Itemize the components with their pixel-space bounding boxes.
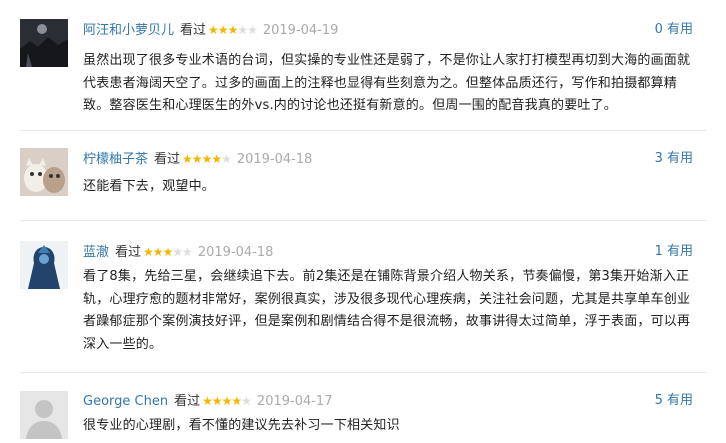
rating-stars: ★★★★★ (202, 391, 252, 411)
review-date: 2019-04-17 (256, 394, 333, 409)
review-text: 很专业的心理剧，看不懂的建议先去补习一下相关知识 (83, 418, 400, 433)
review-meta: 阿汪和小萝贝儿 看过 ★★★★★ 2019-04-19 (83, 20, 338, 40)
star-filled-icon: ★ (211, 394, 223, 408)
review-meta: 蓝澈 看过 ★★★★★ 2019-04-18 (83, 242, 273, 262)
rating-stars: ★★★★★ (182, 149, 232, 169)
divider (20, 372, 706, 373)
star-filled-icon: ★ (152, 245, 164, 259)
star-filled-icon: ★ (231, 394, 242, 408)
star-filled-icon: ★ (208, 23, 219, 37)
star-empty-icon: ★ (182, 245, 193, 259)
watched-label: 看过 (180, 23, 207, 38)
username-link[interactable]: George Chen (83, 394, 168, 409)
avatar[interactable] (20, 241, 68, 289)
useful-count-link[interactable]: 0 有用 (655, 20, 693, 40)
watched-label: 看过 (115, 245, 142, 260)
star-filled-icon: ★ (162, 245, 174, 259)
star-empty-icon: ★ (221, 152, 232, 166)
useful-count-link[interactable]: 3 有用 (655, 149, 693, 169)
star-filled-icon: ★ (227, 23, 239, 37)
review-text: 看了8集，先给三星，会继续追下去。前2集还是在铺陈背景介绍人物关系，节奏偏慢，第… (83, 269, 691, 352)
useful-count-link[interactable]: 1 有用 (655, 242, 693, 262)
watched-label: 看过 (174, 394, 201, 409)
star-empty-icon: ★ (241, 394, 252, 408)
review-meta: 柠檬柚子茶 看过 ★★★★★ 2019-04-18 (83, 149, 312, 169)
avatar[interactable] (20, 391, 68, 439)
watched-label: 看过 (154, 152, 181, 167)
star-empty-icon: ★ (237, 23, 248, 37)
avatar[interactable] (20, 148, 68, 196)
rating-stars: ★★★★★ (208, 20, 258, 40)
review-date: 2019-04-19 (262, 23, 339, 38)
review-meta: George Chen 看过 ★★★★★ 2019-04-17 (83, 391, 332, 411)
star-filled-icon: ★ (221, 394, 233, 408)
star-filled-icon: ★ (201, 152, 213, 166)
star-empty-icon: ★ (172, 245, 183, 259)
useful-count-link[interactable]: 5 有用 (655, 391, 693, 411)
star-filled-icon: ★ (211, 152, 222, 166)
star-filled-icon: ★ (191, 152, 203, 166)
divider (20, 130, 706, 131)
divider (20, 220, 706, 221)
avatar[interactable] (20, 19, 68, 67)
star-filled-icon: ★ (202, 394, 213, 408)
username-link[interactable]: 蓝澈 (83, 245, 109, 260)
star-filled-icon: ★ (182, 152, 193, 166)
review-date: 2019-04-18 (236, 152, 313, 167)
star-empty-icon: ★ (247, 23, 258, 37)
username-link[interactable]: 阿汪和小萝贝儿 (83, 23, 174, 38)
rating-stars: ★★★★★ (143, 242, 193, 262)
username-link[interactable]: 柠檬柚子茶 (83, 152, 148, 167)
review-date: 2019-04-18 (197, 245, 274, 260)
review-text: 还能看下去，观望中。 (83, 179, 216, 194)
review-text: 虽然出现了很多专业术语的台词，但实操的专业性还是弱了，不是你让人家打打模型再切到… (83, 53, 691, 113)
star-filled-icon: ★ (217, 23, 229, 37)
star-filled-icon: ★ (143, 245, 154, 259)
